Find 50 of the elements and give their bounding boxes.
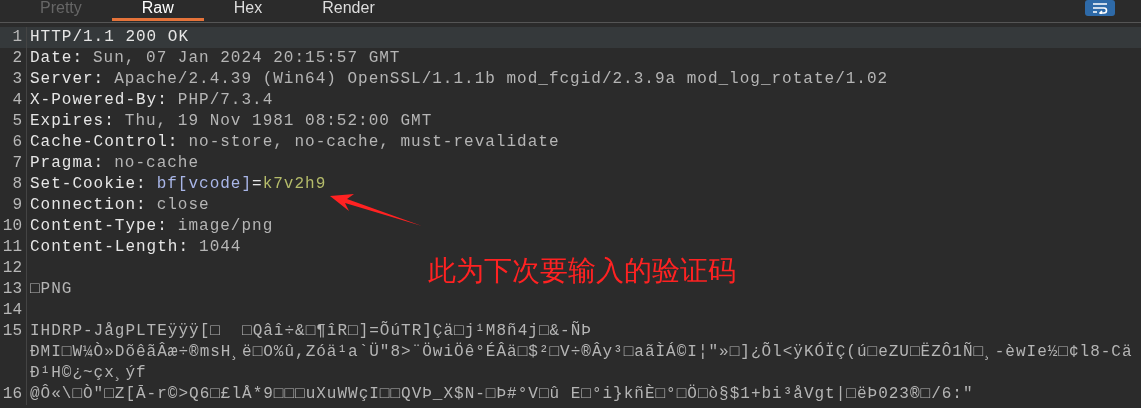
- wrap-icon: [1091, 2, 1109, 14]
- line-number: 14: [0, 300, 27, 321]
- line-number: 4: [0, 90, 27, 111]
- line-number: 16: [0, 384, 27, 405]
- header-value: Thu, 19 Nov 1981 08:52:00 GMT: [124, 112, 433, 130]
- header-value: close: [156, 196, 210, 214]
- header-name: Server:: [30, 70, 105, 88]
- header-name: Content-Type:: [30, 217, 168, 235]
- line-number: 9: [0, 195, 27, 216]
- cookie-value: k7v2h9: [262, 175, 327, 193]
- tab[interactable]: Hex: [203, 0, 293, 21]
- header-value: no-store, no-cache, must-revalidate: [188, 133, 560, 151]
- header-name: HTTP/1.1 200 OK: [30, 28, 190, 46]
- header-name: Cache-Control:: [30, 133, 179, 151]
- header-name: Set-Cookie:: [30, 175, 147, 193]
- wrap-lines-button[interactable]: [1085, 0, 1115, 16]
- cookie-name: bf[vcode]: [156, 175, 253, 193]
- line-number: 11: [0, 237, 27, 258]
- header-name: Content-Length:: [30, 238, 190, 256]
- header-value: image/png: [177, 217, 274, 235]
- tab[interactable]: Render: [292, 0, 405, 21]
- header-name: Date:: [30, 49, 83, 67]
- header-name: Expires:: [30, 112, 115, 130]
- line-number: 1: [0, 27, 27, 48]
- header-value: Apache/2.4.39 (Win64) OpenSSL/1.1.1b mod_fcgid/2.3.9a mod_log_rotate/1.02: [114, 70, 889, 88]
- line-number: 8: [0, 174, 27, 195]
- line-number: 12: [0, 258, 27, 279]
- header-name: X-Powered-By:: [30, 91, 168, 109]
- line-number: 6: [0, 132, 27, 153]
- header-value: PHP/7.3.4: [177, 91, 274, 109]
- header-value: 1044: [199, 238, 242, 256]
- header-name: Pragma:: [30, 154, 105, 172]
- line-number: 10: [0, 216, 27, 237]
- code-text: Ð¹H©¿~çx¸ýf: [30, 364, 147, 382]
- line-number: 3: [0, 69, 27, 90]
- header-value: □PNG: [30, 280, 73, 298]
- header-name: Connection:: [30, 196, 147, 214]
- header-value: IHDRP-JågPLTEÿÿÿ[□ □Qâî÷&□¶îR□]=ÕúTR]Çä□j¹M8ñ4j□&-ÑÞ: [30, 322, 592, 340]
- tab[interactable]: Raw: [111, 0, 204, 21]
- line-number: 2: [0, 48, 27, 69]
- line-number: 5: [0, 111, 27, 132]
- line-number: 15: [0, 321, 27, 342]
- header-value: Sun, 07 Jan 2024 20:15:57 GMT: [93, 49, 401, 67]
- header-value: no-cache: [114, 154, 200, 172]
- line-number: 13: [0, 279, 27, 300]
- header-value: @Ô«\□Ò"□Z[Ā-r©>Q6□£lÅ*9□□□uXuWWçI□□QVÞ_X$N-□Þ#°V□û E□°i}kñÈ□°□Ö□ò§$1+bi³åVgt|□ëÞ023®□/6:": [30, 385, 974, 403]
- annotation-text: 此为下次要输入的验证码: [428, 253, 736, 289]
- line-number: 7: [0, 153, 27, 174]
- code-text: ÐMI□W¼Ò»DõêãÂæ÷®msH¸ë□O%û,Zóä¹a`Ü"8>¨ÖwiÖê°ÉÂä□$²□V÷®Ây³□aãÌÁ©I¦"»□]¿Õl<ÿKÓÏÇ(ú□eZU□ËZÔ1Ñ□¸-èwIe½□¢l8-Cä: [30, 343, 1133, 361]
- header-name: =: [252, 175, 263, 193]
